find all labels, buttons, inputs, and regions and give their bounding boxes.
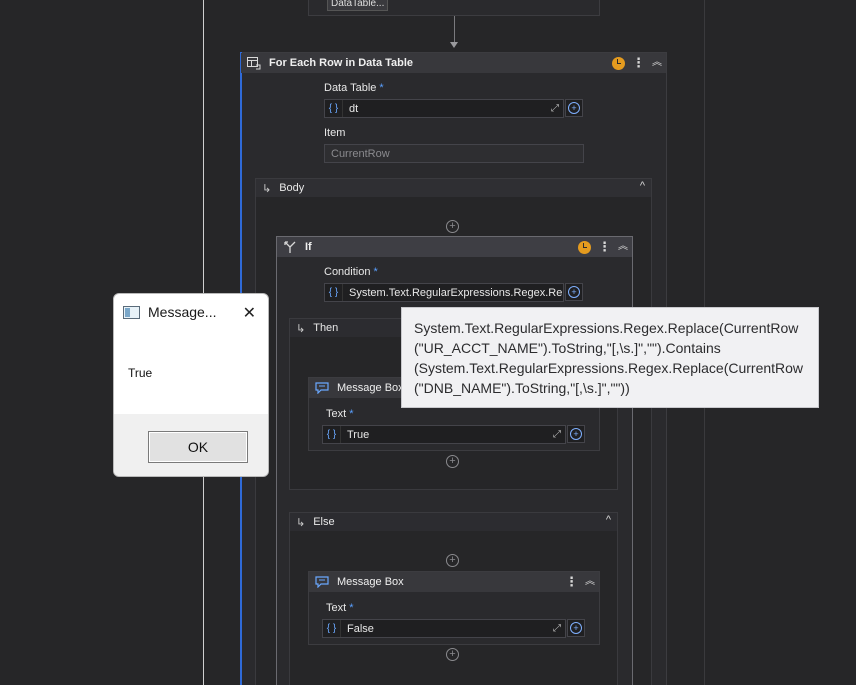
item-label: Item: [324, 127, 346, 139]
chevron-up-icon[interactable]: ^: [640, 180, 645, 192]
branch-if-icon: [284, 240, 296, 253]
else-text-label: Text *: [326, 602, 354, 614]
message-dialog[interactable]: Message... ✕ True OK: [113, 293, 269, 477]
message-box-icon: [315, 382, 329, 394]
data-table-value: dt: [349, 102, 359, 115]
tooltip-line: ("UR_ACCT_NAME").ToString,"[,\s.]","").C…: [414, 340, 721, 356]
body-label: Body: [279, 182, 305, 194]
connector-arrow-icon: [450, 42, 458, 48]
table-loop-icon: [247, 56, 261, 69]
expand-editor-icon[interactable]: ⤢: [547, 103, 563, 114]
then-text-input[interactable]: { } True ⤢: [322, 425, 566, 444]
collapse-icon[interactable]: ︽: [585, 577, 595, 587]
chevron-up-icon[interactable]: ^: [606, 514, 611, 526]
plus-icon: +: [568, 286, 580, 298]
item-value: CurrentRow: [331, 147, 390, 160]
expression-icon: { }: [325, 100, 343, 117]
then-message-box-title: Message Box: [337, 382, 404, 394]
else-text-input[interactable]: { } False ⤢: [322, 619, 566, 638]
add-activity-icon[interactable]: +: [446, 648, 459, 661]
else-text-plus-button[interactable]: +: [567, 619, 585, 637]
body-header[interactable]: ↳ Body ^: [256, 179, 651, 197]
branch-arrow-icon: ↳: [262, 182, 272, 195]
expression-icon: { }: [325, 284, 343, 301]
data-table-label: Data Table *: [324, 82, 384, 94]
data-table-plus-button[interactable]: +: [565, 99, 583, 117]
expand-editor-icon[interactable]: ⤢: [549, 623, 565, 634]
if-title: If: [305, 241, 312, 253]
condition-input[interactable]: { } System.Text.RegularExpressions.Regex…: [324, 283, 564, 302]
tooltip-line: (System.Text.RegularExpressions.Regex.Re…: [414, 360, 804, 376]
item-input[interactable]: CurrentRow: [324, 144, 584, 163]
then-label: Then: [313, 322, 339, 334]
then-text-plus-button[interactable]: +: [567, 425, 585, 443]
then-text-label: Text *: [326, 408, 354, 420]
else-label: Else: [313, 516, 335, 528]
tooltip-line: ("DNB_NAME").ToString,"[,\s.]","")): [414, 380, 630, 396]
warning-clock-icon[interactable]: [578, 240, 591, 254]
connector-line: [454, 16, 455, 44]
plus-icon: +: [570, 428, 582, 440]
more-options-icon[interactable]: ⋮: [565, 575, 578, 588]
previous-activity-field[interactable]: DataTable...: [327, 0, 389, 11]
branch-arrow-icon: ↳: [296, 322, 306, 335]
if-header[interactable]: If ⋮ ︽: [277, 237, 632, 257]
collapse-icon[interactable]: ︽: [652, 58, 662, 68]
tooltip-line: System.Text.RegularExpressions.Regex.Rep…: [414, 320, 799, 336]
plus-icon: +: [570, 622, 582, 634]
expand-editor-icon[interactable]: ⤢: [549, 429, 565, 440]
branch-arrow-icon: ↳: [296, 516, 306, 529]
dialog-message: True: [128, 366, 153, 380]
expression-icon: { }: [323, 620, 341, 637]
condition-value: System.Text.RegularExpressions.Regex.Rep…: [349, 286, 563, 299]
collapse-icon[interactable]: ︽: [618, 242, 628, 252]
then-text-value: True: [347, 428, 370, 441]
condition-tooltip: System.Text.RegularExpressions.Regex.Rep…: [401, 307, 819, 408]
dialog-title: Message...: [148, 304, 217, 320]
message-box-icon: [315, 576, 329, 588]
app-window-icon: [123, 305, 140, 319]
close-icon[interactable]: ✕: [243, 303, 256, 323]
ok-button[interactable]: OK: [148, 431, 248, 463]
else-message-box-header[interactable]: Message Box ⋮ ︽: [309, 572, 599, 592]
plus-icon: +: [568, 102, 580, 114]
more-options-icon[interactable]: ⋮: [632, 56, 645, 69]
add-activity-icon[interactable]: +: [446, 455, 459, 468]
warning-clock-icon[interactable]: [612, 56, 625, 70]
expression-icon: { }: [323, 426, 341, 443]
else-message-box-title: Message Box: [337, 576, 404, 588]
condition-plus-button[interactable]: +: [565, 283, 583, 301]
for-each-title: For Each Row in Data Table: [269, 57, 414, 69]
for-each-header[interactable]: For Each Row in Data Table ⋮ ︽: [241, 53, 666, 73]
more-options-icon[interactable]: ⋮: [598, 240, 611, 253]
data-table-input[interactable]: { } dt ⤢: [324, 99, 564, 118]
else-text-value: False: [347, 622, 374, 635]
add-activity-icon[interactable]: +: [446, 220, 459, 233]
else-header[interactable]: ↳ Else ^: [290, 513, 617, 531]
condition-label: Condition *: [324, 266, 378, 278]
add-activity-icon[interactable]: +: [446, 554, 459, 567]
